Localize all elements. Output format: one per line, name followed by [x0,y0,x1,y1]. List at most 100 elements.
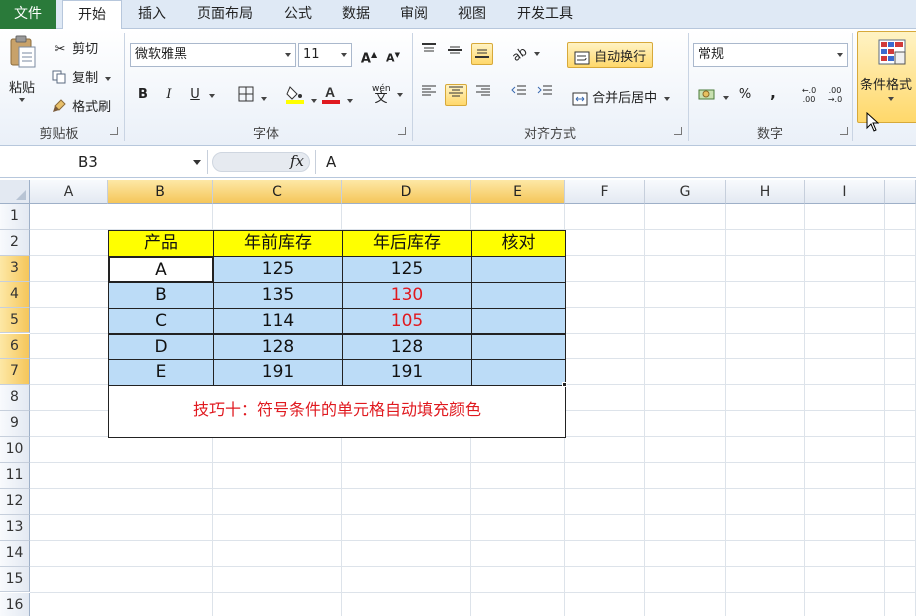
table-header-cell[interactable]: 年前库存 [213,229,343,257]
row-header-9[interactable]: 9 [0,411,30,438]
format-painter-button[interactable]: 格式刷 [52,96,111,117]
borders-button[interactable] [238,86,268,106]
clipboard-launcher-icon[interactable] [110,127,118,135]
table-cell-product[interactable]: D [108,333,214,361]
grow-font-icon[interactable]: A▲ [358,44,380,66]
font-color-button[interactable]: A [322,84,354,108]
font-size-select[interactable]: 11 [298,43,352,67]
formula-input[interactable]: A [315,150,916,174]
row-header-8[interactable]: 8 [0,385,30,412]
column-header-partial[interactable] [885,180,916,204]
tab-developer[interactable]: 开发工具 [504,0,586,29]
accounting-format-button[interactable] [698,87,730,105]
row-header-4[interactable]: 4 [0,281,30,308]
worksheet-grid[interactable]: ABCDEFGHI 1234567891011121314151617 产品年前… [0,180,916,616]
column-header-h[interactable]: H [726,180,805,204]
number-launcher-icon[interactable] [840,127,848,135]
copy-button[interactable]: 复制 [52,67,112,88]
decrease-indent-icon[interactable] [508,84,530,106]
shrink-font-icon[interactable]: A▼ [382,44,404,66]
table-cell-after[interactable]: 130 [342,281,472,309]
table-cell-after[interactable]: 125 [342,255,472,283]
name-box[interactable]: B3 [0,150,208,174]
column-header-e[interactable]: E [471,180,565,204]
tab-file[interactable]: 文件 [0,0,56,29]
table-cell-after[interactable]: 105 [342,307,472,335]
tab-review[interactable]: 审阅 [388,0,440,29]
font-name-select[interactable]: 微软雅黑 [130,43,296,67]
row-header-13[interactable]: 13 [0,514,30,541]
table-cell-check[interactable] [471,281,566,309]
table-header-cell[interactable]: 核对 [471,229,566,257]
table-cell-after[interactable]: 128 [342,333,472,361]
paste-button[interactable]: 粘贴 [4,35,40,102]
tab-view[interactable]: 视图 [446,0,498,29]
decrease-decimal-icon[interactable]: .00 →.0 [824,84,846,106]
row-header-16[interactable]: 16 [0,592,30,616]
column-header-b[interactable]: B [108,180,213,204]
table-header-cell[interactable]: 年后库存 [342,229,472,257]
orientation-button[interactable]: ab [509,43,541,64]
align-bottom-icon[interactable] [471,43,493,65]
column-header-d[interactable]: D [342,180,471,204]
font-launcher-icon[interactable] [398,127,406,135]
table-cell-check[interactable] [471,333,566,361]
align-center-icon[interactable] [445,84,467,106]
phonetic-button[interactable]: wén 文 [372,85,404,105]
alignment-launcher-icon[interactable] [674,127,682,135]
tab-page-layout[interactable]: 页面布局 [184,0,266,29]
row-header-14[interactable]: 14 [0,540,30,567]
cut-button[interactable]: ✂ 剪切 [52,38,99,57]
fill-color-button[interactable] [286,84,318,108]
column-header-g[interactable]: G [645,180,726,204]
align-left-icon[interactable] [418,84,440,106]
merge-center-button[interactable]: 合并后居中 [572,87,671,106]
tab-formulas[interactable]: 公式 [270,0,326,29]
tab-insert[interactable]: 插入 [124,0,180,29]
insert-function-icon[interactable]: fx [290,152,304,170]
increase-decimal-icon[interactable]: ←.0.00 [798,84,820,106]
table-cell-check[interactable] [471,359,566,387]
active-cell[interactable]: A [108,255,214,283]
row-header-7[interactable]: 7 [0,359,30,386]
align-middle-icon[interactable] [444,43,466,65]
table-cell-product[interactable]: B [108,281,214,309]
table-cell-before[interactable]: 125 [213,255,343,283]
bold-button[interactable]: B [132,84,154,106]
column-header-f[interactable]: F [565,180,645,204]
underline-dropdown[interactable] [206,88,215,103]
tab-home[interactable]: 开始 [62,0,122,30]
table-cell-before[interactable]: 191 [213,359,343,387]
percent-style-button[interactable]: % [734,84,756,106]
table-cell-before[interactable]: 128 [213,333,343,361]
row-header-10[interactable]: 10 [0,437,30,463]
row-header-6[interactable]: 6 [0,333,30,360]
table-cell-product[interactable]: C [108,307,214,335]
column-header-i[interactable]: I [805,180,885,204]
row-header-12[interactable]: 12 [0,488,30,515]
column-header-c[interactable]: C [213,180,342,204]
table-cell-check[interactable] [471,307,566,335]
italic-button[interactable]: I [158,84,180,106]
table-cell-check[interactable] [471,255,566,283]
align-top-icon[interactable] [418,43,440,65]
table-cell-before[interactable]: 114 [213,307,343,335]
comma-style-button[interactable]: , [762,82,784,104]
column-header-a[interactable]: A [30,180,108,204]
row-header-3[interactable]: 3 [0,255,30,282]
table-cell-before[interactable]: 135 [213,281,343,309]
select-all-button[interactable] [0,180,30,204]
row-header-5[interactable]: 5 [0,307,30,334]
underline-button[interactable]: U [184,84,206,106]
increase-indent-icon[interactable] [534,84,556,106]
table-cell-after[interactable]: 191 [342,359,472,387]
row-header-1[interactable]: 1 [0,204,30,230]
note-merged-cell[interactable]: 技巧十：符号条件的单元格自动填充颜色 [108,385,566,439]
wrap-text-button[interactable]: 自动换行 [567,42,654,68]
table-header-cell[interactable]: 产品 [108,229,214,257]
conditional-format-button[interactable]: 条件格式 [857,31,916,123]
row-header-15[interactable]: 15 [0,566,30,593]
number-format-select[interactable]: 常规 [693,43,848,67]
align-right-icon[interactable] [472,84,494,106]
row-header-11[interactable]: 11 [0,463,30,489]
